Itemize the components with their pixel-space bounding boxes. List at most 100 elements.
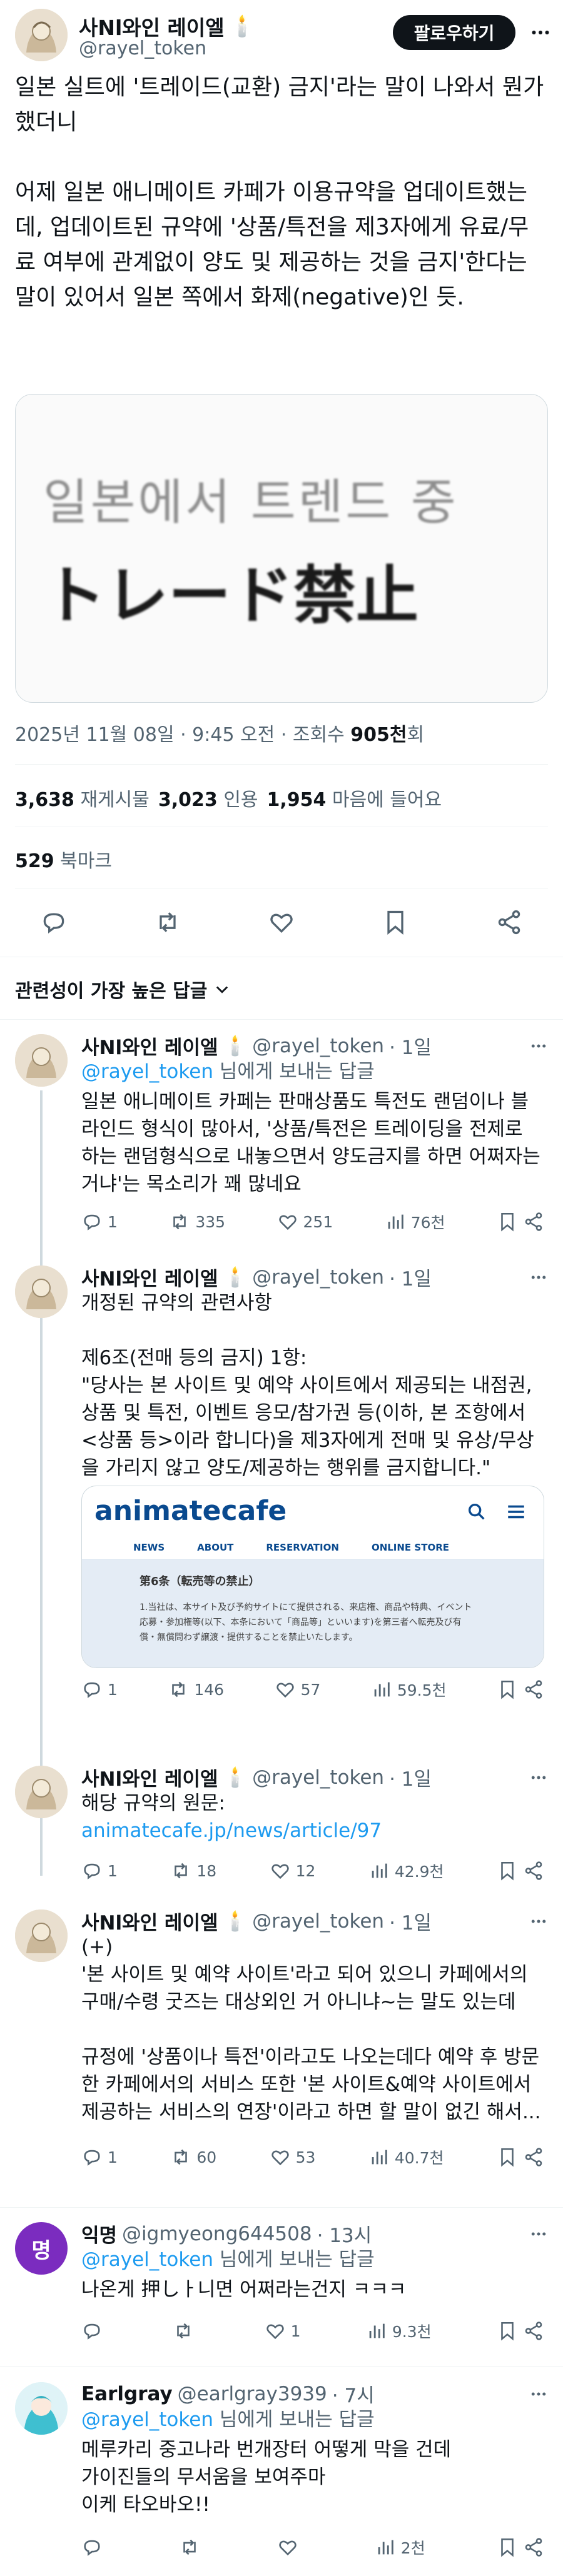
- reply-time[interactable]: · 1일: [389, 1907, 432, 1935]
- reply-time[interactable]: · 7시: [332, 2380, 375, 2408]
- reply-author-name[interactable]: 사Nl와인 레이엘: [81, 1263, 218, 1291]
- reply-author-name[interactable]: 사Nl와인 레이엘: [81, 1763, 218, 1791]
- post-timestamp[interactable]: 2025년 11월 08일 · 9:45 오전 · 조회수 905천회: [15, 719, 424, 747]
- post-action-bar: [15, 900, 548, 944]
- reply-item[interactable]: 명 익명 @igmyeong644508 · 13시 @rayel_token …: [0, 2213, 563, 2357]
- avatar[interactable]: [15, 1766, 68, 1818]
- more-options-icon[interactable]: [529, 1912, 548, 1931]
- reply-icon[interactable]: [40, 908, 68, 936]
- view-count[interactable]: 59.5천: [371, 1678, 447, 1701]
- like-count[interactable]: 12: [270, 1859, 315, 1882]
- repost-icon[interactable]: [154, 908, 181, 936]
- reply-author-name[interactable]: Earlgray: [81, 2383, 173, 2405]
- reply-handle[interactable]: @rayel_token: [252, 1266, 384, 1289]
- sort-dropdown[interactable]: 관련성이 가장 높은 답글: [15, 975, 231, 1003]
- reply-handle[interactable]: @rayel_token: [252, 1766, 384, 1789]
- reply-time[interactable]: · 1일: [389, 1763, 432, 1791]
- like-count[interactable]: 57: [275, 1678, 320, 1701]
- menu-icon[interactable]: [505, 1501, 527, 1522]
- view-count[interactable]: 76천: [385, 1210, 445, 1233]
- divider: [15, 764, 548, 765]
- embed-nav-news[interactable]: NEWS: [133, 1542, 165, 1553]
- avatar-letter: 명: [31, 2238, 51, 2263]
- reply-to-line: @rayel_token 님에게 보내는 답글: [81, 2248, 375, 2271]
- reply-time[interactable]: · 13시: [317, 2220, 372, 2248]
- embedded-screenshot[interactable]: animatecafe NEWS ABOUT RESERVATION ONLIN…: [81, 1486, 544, 1668]
- like-count[interactable]: 53: [270, 2146, 315, 2168]
- repost-count[interactable]: 60: [170, 2146, 216, 2168]
- author-handle[interactable]: @rayel_token: [79, 38, 206, 59]
- more-options-icon[interactable]: [529, 1768, 548, 1787]
- more-options-icon[interactable]: [529, 1037, 548, 1055]
- bookmark-icon: [501, 1212, 514, 1232]
- repost-count[interactable]: 335: [169, 1210, 225, 1233]
- repost-count[interactable]: 18: [170, 1859, 216, 1882]
- follow-button[interactable]: 팔로우하기: [393, 15, 515, 50]
- bookmark-icon[interactable]: [382, 908, 409, 936]
- quotes-stat[interactable]: 3,023 인용: [158, 784, 258, 812]
- reply-author-name[interactable]: 사Nl와인 레이엘: [81, 1032, 218, 1060]
- post-image[interactable]: 일본에서 트렌드 중 トレード禁止: [15, 394, 548, 703]
- view-count[interactable]: 2천: [375, 2536, 425, 2558]
- repost-count[interactable]: [173, 2320, 199, 2342]
- avatar[interactable]: 명: [15, 2222, 68, 2275]
- like-icon[interactable]: [268, 908, 295, 936]
- view-count[interactable]: 9.3천: [366, 2320, 432, 2342]
- reply-author-name[interactable]: 사Nl와인 레이엘: [81, 1907, 218, 1935]
- reply-count[interactable]: [81, 2536, 108, 2558]
- share-icon[interactable]: [495, 908, 523, 936]
- author-avatar[interactable]: [15, 9, 68, 61]
- embed-nav-online-store[interactable]: ONLINE STORE: [372, 1542, 449, 1553]
- avatar[interactable]: [15, 1909, 68, 1962]
- like-count[interactable]: 251: [277, 1210, 333, 1233]
- reply-item[interactable]: 사Nl와인 레이엘 🕯️ @rayel_token · 1일 @rayel_to…: [0, 1025, 563, 1250]
- reply-author-name[interactable]: 익명: [81, 2220, 117, 2248]
- reply-count[interactable]: 1: [81, 1678, 118, 1701]
- bookmarks-stat[interactable]: 529 북마크: [15, 845, 112, 873]
- reply-time[interactable]: · 1일: [389, 1032, 432, 1060]
- reply-count[interactable]: 1: [81, 1210, 118, 1233]
- reply-to-handle[interactable]: @rayel_token: [81, 1060, 213, 1083]
- bookmark-icon: [501, 2148, 514, 2167]
- reply-handle[interactable]: @earlgray3939: [178, 2383, 327, 2405]
- author-name-row[interactable]: 사Nl와인 레이엘 🕯️: [79, 11, 255, 41]
- reply-actions-extra: [497, 1678, 544, 1701]
- reply-text: 일본 애니메이트 카페는 판매상품도 특전도 랜덤이나 블라인드 형식이 많아서…: [81, 1090, 547, 1195]
- share-icon: [525, 1212, 542, 1231]
- embed-content: 第6条（転売等の禁止） 1.当社は、本サイト及び予約サイトにて提供される、来店権…: [82, 1560, 544, 1668]
- reply-item[interactable]: Earlgray @earlgray3939 · 7시 @rayel_token…: [0, 2373, 563, 2576]
- view-count[interactable]: 40.7천: [368, 2146, 444, 2168]
- like-count[interactable]: [277, 2536, 303, 2558]
- avatar[interactable]: [15, 2382, 68, 2435]
- embed-nav-about[interactable]: ABOUT: [197, 1542, 233, 1553]
- avatar[interactable]: [15, 1265, 68, 1318]
- like-count[interactable]: 1: [265, 2320, 301, 2342]
- author-name[interactable]: 사Nl와인 레이엘: [79, 11, 225, 41]
- more-options-icon[interactable]: [529, 1268, 548, 1287]
- repost-count[interactable]: [179, 2536, 205, 2558]
- reply-time[interactable]: · 1일: [389, 1263, 432, 1291]
- reply-item[interactable]: 사Nl와인 레이엘 🕯️ @rayel_token · 1일 해당 규약의 원문…: [0, 1757, 563, 1894]
- more-options-icon[interactable]: [529, 2225, 548, 2243]
- reply-item[interactable]: 사Nl와인 레이엘 🕯️ @rayel_token · 1일 개정된 규약의 관…: [0, 1257, 563, 1788]
- reposts-stat[interactable]: 3,638 재게시물: [15, 784, 150, 812]
- reply-count[interactable]: 1: [81, 2146, 118, 2168]
- reply-count[interactable]: 1: [81, 1859, 118, 1882]
- search-icon[interactable]: [466, 1501, 487, 1522]
- article-link[interactable]: animatecafe.jp/news/article/97: [81, 1817, 544, 1844]
- reply-item[interactable]: 사Nl와인 레이엘 🕯️ @rayel_token · 1일 (+) '본 사이…: [0, 1901, 563, 2188]
- more-options-icon[interactable]: [529, 2385, 548, 2403]
- reply-handle[interactable]: @rayel_token: [252, 1035, 384, 1057]
- divider: [0, 2366, 563, 2367]
- avatar[interactable]: [15, 1034, 68, 1087]
- more-options-icon[interactable]: [529, 21, 552, 44]
- reply-count[interactable]: [81, 2320, 108, 2342]
- reply-handle[interactable]: @rayel_token: [252, 1910, 384, 1933]
- reply-handle[interactable]: @igmyeong644508: [122, 2223, 312, 2245]
- reply-to-handle[interactable]: @rayel_token: [81, 2248, 213, 2271]
- view-count[interactable]: 42.9천: [368, 1859, 444, 1882]
- likes-stat[interactable]: 1,954 마음에 들어요: [267, 784, 442, 812]
- repost-count[interactable]: 146: [168, 1678, 224, 1701]
- embed-nav-reservation[interactable]: RESERVATION: [266, 1542, 339, 1553]
- reply-to-handle[interactable]: @rayel_token: [81, 2408, 213, 2431]
